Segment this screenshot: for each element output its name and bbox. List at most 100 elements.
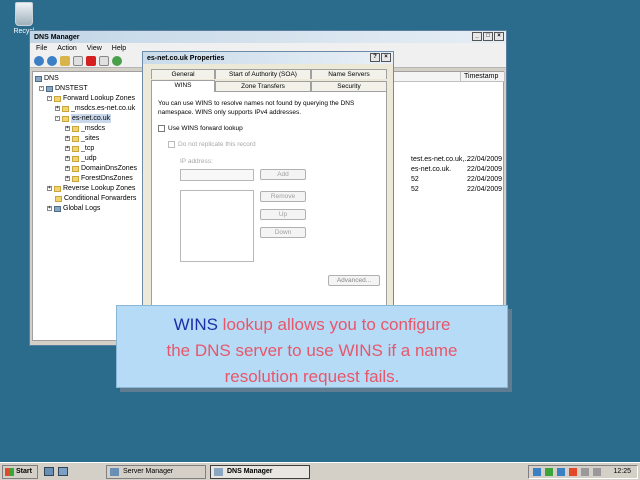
up-button[interactable]: Up <box>260 209 306 220</box>
advanced-button[interactable]: Advanced... <box>328 275 380 286</box>
tab-soa[interactable]: Start of Authority (SOA) <box>215 69 311 79</box>
tree-item-child[interactable]: + DomainDnsZones <box>65 164 137 173</box>
checkbox-box[interactable] <box>168 141 175 148</box>
expand-icon[interactable]: + <box>65 176 70 181</box>
show-tree-icon[interactable] <box>73 55 83 66</box>
tab-name-servers[interactable]: Name Servers <box>311 69 387 79</box>
folder-icon <box>72 155 79 162</box>
tree-item-forward-zones[interactable]: - Forward Lookup Zones <box>47 94 135 103</box>
record-data[interactable]: 52 <box>411 175 419 184</box>
expand-icon[interactable]: + <box>55 106 60 111</box>
tree-item-zone[interactable]: - es-net.co.uk <box>55 114 112 123</box>
refresh-icon[interactable] <box>112 55 122 66</box>
tree-item-global-logs[interactable]: + Global Logs <box>47 204 100 213</box>
collapse-icon[interactable]: - <box>47 96 52 101</box>
forward-arrow-icon[interactable] <box>47 55 57 66</box>
tab-security[interactable]: Security <box>311 81 387 91</box>
ip-address-input[interactable] <box>180 169 254 181</box>
console-tree: DNS - DNSTEST - Forward Lookup Zones + _… <box>32 71 144 341</box>
help-button[interactable]: ? <box>370 53 380 62</box>
tree-item-child[interactable]: + _sites <box>65 134 99 143</box>
taskbar-item-dns-manager[interactable]: DNS Manager <box>210 465 310 479</box>
taskbar: Start Server Manager DNS Manager 12:25 <box>0 462 640 480</box>
remove-button[interactable]: Remove <box>260 191 306 202</box>
expand-icon[interactable]: + <box>65 126 70 131</box>
folder-icon <box>55 195 62 202</box>
tray-icon[interactable] <box>545 468 553 476</box>
record-data[interactable]: es-net.co.uk. <box>411 165 451 174</box>
add-button[interactable]: Add <box>260 169 306 180</box>
dns-icon <box>35 75 42 82</box>
tab-wins[interactable]: WINS <box>151 80 215 92</box>
menu-help[interactable]: Help <box>112 45 126 52</box>
clock[interactable]: 12:25 <box>613 467 631 477</box>
tray-icon[interactable] <box>569 468 577 476</box>
tutorial-callout: WINS lookup allows you to configure the … <box>116 305 508 388</box>
collapse-icon[interactable]: - <box>55 116 60 121</box>
record-data[interactable]: test.es-net.co.uk,... <box>411 155 470 164</box>
delete-icon[interactable] <box>86 55 96 66</box>
taskbar-item-server-manager[interactable]: Server Manager <box>106 465 206 479</box>
dns-manager-titlebar[interactable]: DNS Manager _ □ × <box>30 31 506 43</box>
callout-line-3: resolution request fails. <box>224 367 400 386</box>
tree-item-child[interactable]: + _udp <box>65 154 97 163</box>
menu-file[interactable]: File <box>36 45 47 52</box>
callout-line-2: the DNS server to use WINS if a name <box>166 341 458 360</box>
server-manager-quicklaunch-icon[interactable] <box>44 467 54 476</box>
dialog-titlebar[interactable]: es-net.co.uk Properties ? × <box>143 52 393 64</box>
down-button[interactable]: Down <box>260 227 306 238</box>
wins-description: You can use WINS to resolve names not fo… <box>158 100 355 116</box>
expand-icon[interactable]: + <box>65 156 70 161</box>
expand-icon[interactable]: + <box>47 206 52 211</box>
folder-icon <box>72 135 79 142</box>
tray-icon[interactable] <box>557 468 565 476</box>
tree-item-dns[interactable]: DNS <box>35 74 59 83</box>
zone-icon <box>62 115 69 122</box>
folder-icon <box>54 185 61 192</box>
back-arrow-icon[interactable] <box>34 55 44 66</box>
checkbox-box[interactable] <box>158 125 165 132</box>
volume-icon[interactable] <box>593 468 601 476</box>
tree-item-server[interactable]: - DNSTEST <box>39 84 88 93</box>
expand-icon[interactable]: + <box>65 136 70 141</box>
up-folder-icon[interactable] <box>60 55 70 66</box>
dns-manager-icon <box>214 468 223 476</box>
tab-zone-transfers[interactable]: Zone Transfers <box>215 81 311 91</box>
expand-icon[interactable]: + <box>47 186 52 191</box>
tree-item-child[interactable]: + _tcp <box>65 144 94 153</box>
close-button[interactable]: × <box>494 32 504 41</box>
use-wins-checkbox[interactable]: Use WINS forward lookup <box>158 125 243 132</box>
tree-item-child[interactable]: + ForestDnsZones <box>65 174 133 183</box>
show-desktop-icon[interactable] <box>58 467 68 476</box>
window-title: DNS Manager <box>34 33 80 41</box>
folder-icon <box>72 145 79 152</box>
folder-icon <box>72 165 79 172</box>
tab-general[interactable]: General <box>151 69 215 79</box>
expand-icon[interactable]: + <box>65 166 70 171</box>
zone-icon <box>62 105 69 112</box>
column-header-timestamp[interactable]: Timestamp <box>461 72 505 82</box>
properties-icon[interactable] <box>99 55 109 66</box>
folder-icon <box>72 125 79 132</box>
record-data[interactable]: 52 <box>411 185 419 194</box>
tray-icon[interactable] <box>533 468 541 476</box>
start-button[interactable]: Start <box>2 465 38 479</box>
do-not-replicate-checkbox[interactable]: Do not replicate this record <box>168 141 256 148</box>
collapse-icon[interactable]: - <box>39 86 44 91</box>
minimize-button[interactable]: _ <box>472 32 482 41</box>
expand-icon[interactable]: + <box>65 146 70 151</box>
wins-server-list[interactable] <box>180 190 254 262</box>
tree-item-child[interactable]: + _msdcs <box>65 124 105 133</box>
tree-item-conditional-forwarders[interactable]: Conditional Forwarders <box>55 194 136 203</box>
menu-action[interactable]: Action <box>57 45 76 52</box>
folder-icon <box>54 95 61 102</box>
dialog-title: es-net.co.uk Properties <box>147 54 225 62</box>
tree-item-reverse-zones[interactable]: + Reverse Lookup Zones <box>47 184 135 193</box>
maximize-button[interactable]: □ <box>483 32 493 41</box>
network-icon[interactable] <box>581 468 589 476</box>
system-tray: 12:25 <box>528 465 638 479</box>
record-timestamp: 22/04/2009 <box>467 156 503 163</box>
menu-view[interactable]: View <box>87 45 102 52</box>
dialog-close-button[interactable]: × <box>381 53 391 62</box>
tree-item-msdcs-zone[interactable]: + _msdcs.es-net.co.uk <box>55 104 135 113</box>
